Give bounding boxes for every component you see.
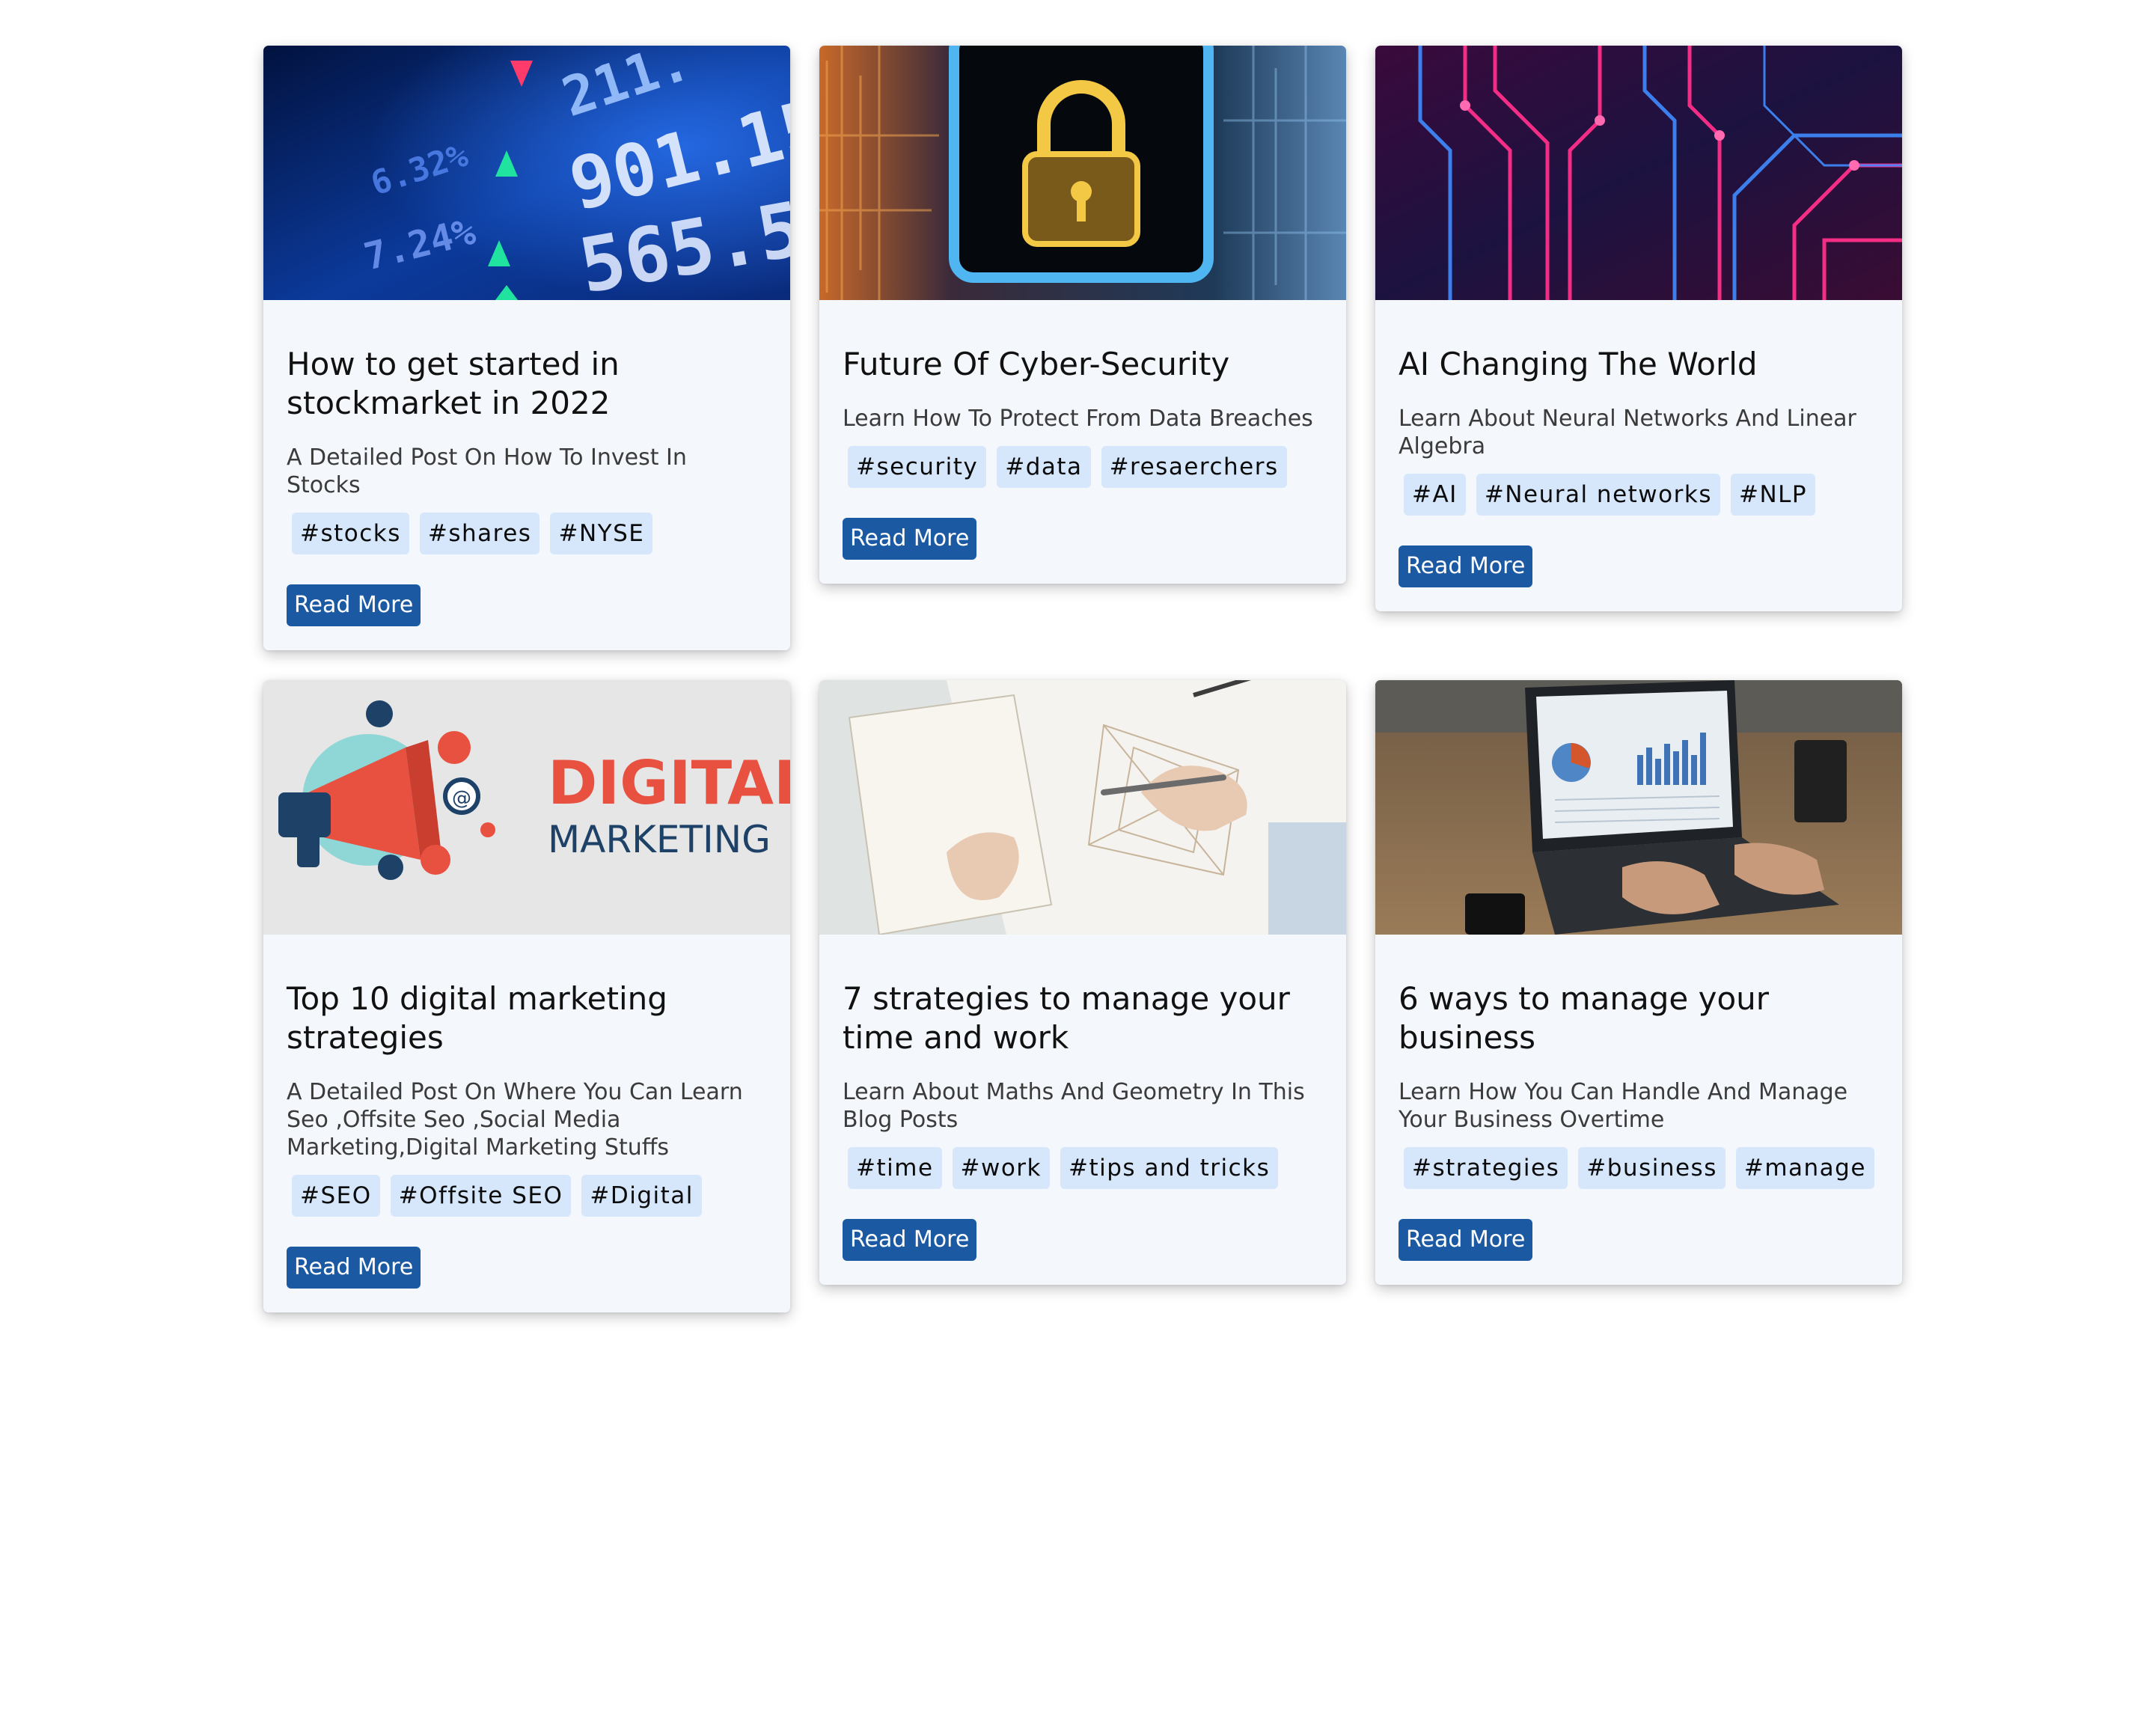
post-title: 6 ways to manage your business <box>1399 980 1770 1056</box>
blog-card: AI Changing The World Learn About Neural… <box>1375 46 1902 611</box>
tag-chip[interactable]: #Neural networks <box>1476 474 1720 516</box>
tag-chip[interactable]: #stocks <box>292 513 409 554</box>
blog-card: 211. 901.15 565.5 6.32% 7.24% How to get… <box>263 46 790 650</box>
tag-chip[interactable]: #shares <box>419 513 540 554</box>
post-title: How to get started in stockmarket in 202… <box>287 346 620 421</box>
blog-card-grid: 211. 901.15 565.5 6.32% 7.24% How to get… <box>263 46 1902 1312</box>
blog-card: 6 ways to manage your business Learn How… <box>1375 680 1902 1285</box>
tag-chip[interactable]: #tips and tricks <box>1060 1147 1279 1189</box>
tag-chip[interactable]: #Offsite SEO <box>390 1175 572 1217</box>
read-more-button[interactable]: Read More <box>843 518 977 560</box>
svg-text:@: @ <box>452 787 471 810</box>
tag-list: #time #work #tips and tricks <box>848 1147 1323 1189</box>
tag-list: #strategies #business #manage <box>1404 1147 1879 1189</box>
post-description: A Detailed Post On How To Invest In Stoc… <box>287 444 687 498</box>
tag-list: #security #data #resaerchers <box>848 446 1323 488</box>
post-description: Learn How You Can Handle And Manage Your… <box>1399 1079 1848 1133</box>
tag-chip[interactable]: #NLP <box>1730 474 1816 516</box>
tag-chip[interactable]: #AI <box>1404 474 1466 516</box>
tag-chip[interactable]: #strategies <box>1404 1147 1568 1189</box>
tag-chip[interactable]: #business <box>1578 1147 1725 1189</box>
laptop-analytics-image <box>1375 680 1902 935</box>
padlock-circuit-image <box>819 46 1346 300</box>
blog-card: Future Of Cyber-Security Learn How To Pr… <box>819 46 1346 584</box>
read-more-button[interactable]: Read More <box>1399 545 1533 587</box>
post-title: Future Of Cyber-Security <box>843 346 1230 382</box>
read-more-button[interactable]: Read More <box>287 1247 421 1289</box>
post-description: Learn About Neural Networks And Linear A… <box>1399 406 1856 459</box>
post-description: Learn How To Protect From Data Breaches <box>843 406 1313 432</box>
tag-chip[interactable]: #resaerchers <box>1101 446 1287 488</box>
tag-list: #AI #Neural networks #NLP <box>1404 474 1879 516</box>
tag-chip[interactable]: #security <box>848 446 987 488</box>
blog-card: 7 strategies to manage your time and wor… <box>819 680 1346 1285</box>
svg-text:DIGITAL: DIGITAL <box>548 748 790 818</box>
read-more-button[interactable]: Read More <box>287 584 421 626</box>
tag-list: #SEO #Offsite SEO #Digital <box>292 1175 767 1217</box>
sketching-hands-image <box>819 680 1346 935</box>
tag-chip[interactable]: #manage <box>1735 1147 1874 1189</box>
post-title: 7 strategies to manage your time and wor… <box>843 980 1290 1056</box>
tag-list: #stocks #shares #NYSE <box>292 513 767 554</box>
read-more-button[interactable]: Read More <box>1399 1219 1533 1261</box>
tag-chip[interactable]: #Digital <box>581 1175 702 1217</box>
stock-ticker-image: 211. 901.15 565.5 6.32% 7.24% <box>263 46 790 300</box>
tag-chip[interactable]: #work <box>952 1147 1051 1189</box>
megaphone-illustration: @ DIGITAL MARKETING <box>263 680 790 935</box>
tag-chip[interactable]: #NYSE <box>550 513 653 554</box>
read-more-button[interactable]: Read More <box>843 1219 977 1261</box>
post-title: AI Changing The World <box>1399 346 1758 382</box>
tag-chip[interactable]: #data <box>997 446 1091 488</box>
svg-text:MARKETING: MARKETING <box>548 818 771 861</box>
tag-chip[interactable]: #time <box>848 1147 942 1189</box>
post-description: Learn About Maths And Geometry In This B… <box>843 1079 1305 1133</box>
blog-card: @ DIGITAL MARKETING Top 10 digital marke… <box>263 680 790 1312</box>
neon-circuit-image <box>1375 46 1902 300</box>
post-description: A Detailed Post On Where You Can Learn S… <box>287 1079 743 1161</box>
tag-chip[interactable]: #SEO <box>292 1175 380 1217</box>
post-title: Top 10 digital marketing strategies <box>287 980 667 1056</box>
